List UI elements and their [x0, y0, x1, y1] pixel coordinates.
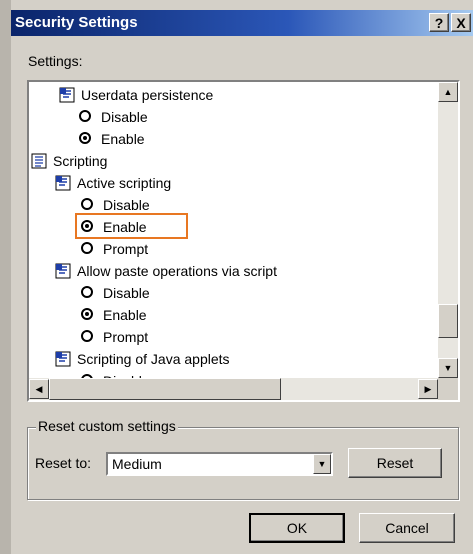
chevron-down-icon[interactable]: ▼ [313, 454, 331, 474]
scroll-up-arrow-icon[interactable]: ▲ [438, 82, 458, 102]
reset-level-value: Medium [112, 456, 162, 472]
tree-row-label: Scripting of Java applets [77, 351, 230, 367]
radio-selected-icon[interactable] [81, 308, 93, 320]
tree-row-label: Userdata persistence [81, 87, 214, 103]
setting-icon [55, 263, 71, 279]
help-button[interactable]: ? [429, 13, 449, 32]
horizontal-scrollbar[interactable]: ◀ ▶ [29, 378, 438, 400]
horizontal-scroll-thumb[interactable] [49, 378, 281, 400]
tree-row-label: Enable [101, 131, 145, 147]
window-title: Security Settings [15, 14, 138, 31]
radio-unselected-icon[interactable] [81, 330, 93, 342]
radio-unselected-icon[interactable] [81, 242, 93, 254]
settings-tree[interactable]: Userdata persistence Disable Enable Scripti… [27, 80, 460, 402]
scroll-corner [438, 378, 458, 400]
settings-label: Settings: [28, 53, 83, 69]
tree-row-label: Disable [101, 109, 148, 125]
tree-row-label: Enable [103, 307, 147, 323]
radio-unselected-icon[interactable] [81, 198, 93, 210]
reset-button[interactable]: Reset [348, 448, 442, 478]
tree-row-label: Scripting [53, 153, 108, 169]
title-bar[interactable]: Security Settings ? X [11, 10, 473, 36]
radio-unselected-icon[interactable] [79, 110, 91, 122]
security-settings-dialog: Security Settings ? X Settings: Userdata… [0, 0, 473, 554]
tree-row-label: Disable [103, 370, 150, 378]
category-icon [31, 153, 47, 169]
reset-level-select[interactable]: Medium ▼ [106, 452, 333, 476]
close-button[interactable]: X [451, 13, 471, 32]
cancel-button[interactable]: Cancel [359, 513, 455, 543]
ok-button[interactable]: OK [249, 513, 345, 543]
scroll-right-arrow-icon[interactable]: ▶ [418, 379, 438, 399]
tree-row-label: Prompt [103, 329, 149, 345]
annotation-highlight [75, 213, 188, 239]
tree-row-label: Allow paste operations via script [77, 263, 277, 279]
reset-to-label: Reset to: [35, 455, 92, 471]
scroll-left-arrow-icon[interactable]: ◀ [29, 379, 49, 399]
window-edge [0, 0, 11, 554]
vertical-scrollbar[interactable]: ▲ ▼ [438, 82, 458, 378]
radio-selected-icon[interactable] [79, 132, 91, 144]
tree-row-label: Prompt [103, 241, 149, 257]
setting-icon [55, 351, 71, 367]
setting-icon [55, 175, 71, 191]
setting-icon [59, 87, 75, 103]
tree-row-label: Disable [103, 285, 150, 301]
vertical-scroll-thumb[interactable] [438, 304, 458, 338]
radio-unselected-icon[interactable] [81, 286, 93, 298]
tree-row-label: Active scripting [77, 175, 172, 191]
reset-group-title: Reset custom settings [36, 418, 178, 434]
scroll-down-arrow-icon[interactable]: ▼ [438, 358, 458, 378]
